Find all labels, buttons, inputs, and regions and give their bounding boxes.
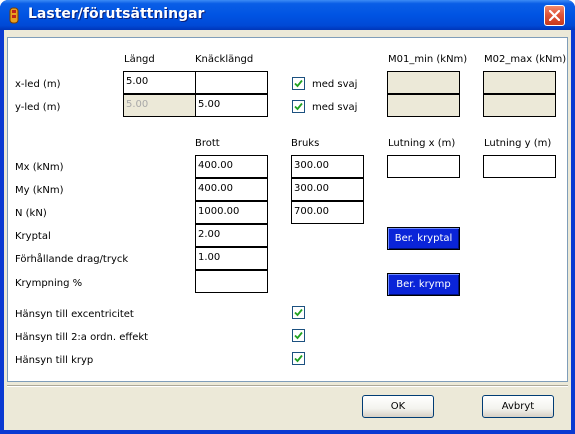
mx-ultimate-field[interactable]: 400.00 — [195, 155, 268, 178]
slope-y-header: Lutning y (m) — [484, 138, 552, 149]
option-label: Hänsyn till excentricitet — [15, 309, 134, 320]
creep-factor-field[interactable]: 2.00 — [195, 224, 268, 247]
option-label: Hänsyn till 2:a ordn. effekt — [15, 332, 149, 343]
input-panel: Längd Knäcklängd x-led (m) y-led (m) 5.0… — [7, 37, 568, 382]
check-icon — [294, 102, 303, 111]
x-buckling-length-field[interactable] — [195, 71, 268, 94]
check-icon — [294, 354, 303, 363]
my-service-field[interactable]: 300.00 — [291, 178, 364, 201]
check-icon — [294, 331, 303, 340]
footer-separator — [7, 385, 568, 387]
m01-min-x-field — [387, 71, 460, 94]
load-row-label: N (kN) — [15, 208, 47, 219]
y-buckling-length-field[interactable]: 5.00 — [195, 94, 268, 117]
window-title: Laster/förutsättningar — [28, 6, 205, 22]
check-icon — [294, 308, 303, 317]
shrinkage-field[interactable] — [195, 270, 268, 293]
m02-max-y-field — [483, 94, 556, 117]
cancel-button[interactable]: Avbryt — [482, 395, 554, 418]
my-ultimate-field[interactable]: 400.00 — [195, 178, 268, 201]
ultimate-column-header: Brott — [195, 138, 220, 149]
y-direction-label: y-led (m) — [15, 102, 61, 113]
m02-max-header: M02_max (kNm) — [484, 54, 567, 65]
service-column-header: Bruks — [291, 138, 320, 149]
dialog-client-area: Längd Knäcklängd x-led (m) y-led (m) 5.0… — [4, 30, 571, 430]
m01-min-header: M01_min (kNm) — [388, 54, 468, 65]
calc-creep-button[interactable]: Ber. kryptal — [387, 227, 460, 250]
load-row-label: My (kNm) — [15, 185, 64, 196]
load-row-label: Krympning % — [15, 278, 83, 289]
slope-x-header: Lutning x (m) — [388, 138, 456, 149]
slope-x-field[interactable] — [387, 155, 460, 178]
calc-shrink-button[interactable]: Ber. krymp — [387, 273, 460, 296]
app-icon — [9, 7, 19, 24]
creep-checkbox[interactable] — [292, 352, 305, 365]
mx-service-field[interactable]: 300.00 — [291, 155, 364, 178]
n-service-field[interactable]: 700.00 — [291, 201, 364, 224]
buckling-length-column-header: Knäcklängd — [195, 54, 254, 65]
length-column-header: Längd — [124, 54, 155, 65]
load-row-label: Mx (kNm) — [15, 162, 64, 173]
x-sway-label: med svaj — [312, 79, 358, 90]
second-order-effect-checkbox[interactable] — [292, 329, 305, 342]
tension-compression-ratio-field[interactable]: 1.00 — [195, 247, 268, 270]
load-row-label: Kryptal — [15, 231, 51, 242]
x-direction-label: x-led (m) — [15, 79, 61, 90]
y-sway-checkbox[interactable] — [292, 100, 305, 113]
x-sway-checkbox[interactable] — [292, 77, 305, 90]
close-button[interactable] — [544, 5, 565, 26]
check-icon — [294, 79, 303, 88]
title-bar[interactable]: Laster/förutsättningar — [0, 0, 575, 30]
ok-button[interactable]: OK — [362, 395, 434, 418]
x-length-field[interactable]: 5.00 — [123, 71, 196, 94]
m02-max-x-field — [483, 71, 556, 94]
y-length-field: 5.00 — [123, 94, 196, 117]
y-sway-label: med svaj — [312, 102, 358, 113]
option-label: Hänsyn till kryp — [15, 355, 94, 366]
dialog-window: Laster/förutsättningar Längd Knäcklängd … — [0, 0, 575, 434]
n-ultimate-field[interactable]: 1000.00 — [195, 201, 268, 224]
eccentricity-checkbox[interactable] — [292, 306, 305, 319]
load-row-label: Förhållande drag/tryck — [15, 254, 129, 265]
m01-min-y-field — [387, 94, 460, 117]
close-icon — [549, 10, 560, 21]
slope-y-field[interactable] — [483, 155, 556, 178]
